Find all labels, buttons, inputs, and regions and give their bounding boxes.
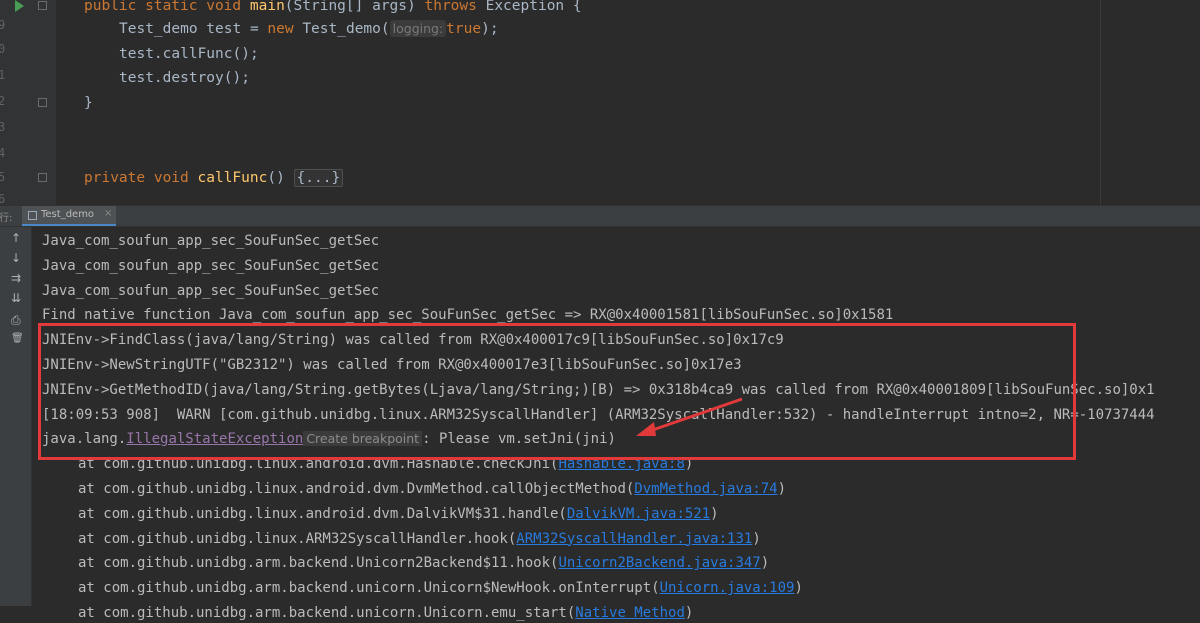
stack-frame-suffix: ) [794,580,803,597]
code-token: true [446,21,482,37]
stack-frame-suffix: ) [752,530,761,547]
line-number: 1 [0,68,6,82]
tab-label: Test_demo [41,209,95,220]
parameter-hint: logging: [389,20,447,37]
arrow-up-icon[interactable]: ↑ [11,231,21,245]
code-line[interactable]: private void callFunc() {...} [84,166,344,190]
code-token: } [84,95,93,111]
code-line[interactable]: public static void main(String[] args) t… [84,0,582,18]
line-number: 3 [0,120,6,134]
stack-frame-suffix: ) [760,555,770,572]
code-token: test.callFunc(); [119,46,259,62]
stack-frame: at com.github.unidbg.arm.backend.Unicorn… [78,553,769,573]
code-token: ); [481,21,499,37]
code-line[interactable]: test.callFunc(); [119,42,259,66]
code-token: throws [424,0,486,14]
arrow-down-icon[interactable]: ↓ [11,251,21,265]
stack-frame: at com.github.unidbg.linux.android.dvm.D… [78,479,786,499]
line-number: 0 [0,42,6,56]
tab-test-demo[interactable]: Test_demo × [22,206,116,226]
stack-frame: at com.github.unidbg.linux.android.dvm.D… [78,504,719,524]
source-link[interactable]: Unicorn2Backend.java:347 [558,555,760,571]
stack-frame-method: at com.github.unidbg.arm.backend.unicorn… [78,605,576,621]
stack-frame-method: at com.github.unidbg.linux.android.dvm.D… [78,505,567,522]
run-tool-window-header: 行: Test_demo × [0,205,1200,227]
editor-gutter: 9 0 1 2 3 4 5 6 [0,0,56,206]
run-side-label: 行: [0,213,13,224]
stack-frame: at com.github.unidbg.arm.backend.unicorn… [78,578,803,598]
console-line: Java_com_soufun_app_sec_SouFunSec_getSec [42,233,380,249]
source-link[interactable]: Native Method [575,605,685,621]
code-token: (String[] args) [284,0,425,14]
code-editor[interactable]: 9 0 1 2 3 4 5 6 public static void main(… [0,0,1200,206]
print-icon[interactable]: ⎙ [11,313,21,328]
stack-frame-method: at com.github.unidbg.arm.backend.unicorn… [78,580,660,597]
right-margin-guide [1100,0,1101,205]
close-tab-icon[interactable]: × [104,208,112,219]
trash-icon[interactable]: 🗑 [11,333,24,344]
code-token: Test_demo( [302,21,390,37]
console-line: Java_com_soufun_app_sec_SouFunSec_getSec [42,282,380,299]
fold-marker-icon[interactable] [38,173,47,182]
stack-frame-method: at com.github.unidbg.linux.android.dvm.D… [78,481,635,497]
console-toolbar: ↑ ↓ ⇉ ⇊ ⎙ 🗑 [0,227,32,606]
code-token: private void [84,170,198,186]
code-token: Exception { [485,0,582,14]
code-token: test.destroy(); [119,70,250,86]
code-token: Test_demo test = [119,21,268,37]
source-link[interactable]: DalvikVM.java:521 [567,506,710,522]
code-line[interactable]: Test_demo test = new Test_demo(logging: t… [119,17,499,41]
stack-frame-method: at com.github.unidbg.arm.backend.Unicorn… [78,555,559,572]
run-config-icon [28,211,37,220]
line-number: 6 [0,192,6,206]
code-token: public static void [84,0,250,14]
stack-frame: at com.github.unidbg.arm.backend.unicorn… [78,603,693,623]
line-number: 2 [0,94,6,108]
code-token: main [249,0,285,14]
source-link[interactable]: ARM32SyscallHandler.java:131 [516,531,752,547]
stack-frame-suffix: ) [777,481,787,497]
stack-frame-suffix: ) [710,505,719,522]
folded-code-block[interactable]: {...} [293,169,344,187]
run-gutter-icon[interactable] [15,0,24,12]
fold-marker-icon[interactable] [38,98,47,107]
fold-marker-icon[interactable] [38,1,47,10]
line-number: 9 [0,18,6,32]
console-line: Java_com_soufun_app_sec_SouFunSec_getSec [42,257,380,274]
code-line[interactable]: test.destroy(); [119,66,250,90]
code-token: () [267,170,294,186]
line-number: 5 [0,170,6,184]
code-token: callFunc [197,170,268,186]
code-token: new [267,21,303,37]
scroll-to-end-icon[interactable]: ⇊ [11,291,21,305]
stack-frame-suffix: ) [684,605,694,621]
stack-frame-method: at com.github.unidbg.linux.ARM32SyscallH… [78,530,517,547]
soft-wrap-icon[interactable]: ⇉ [11,271,21,285]
annotation-highlight-box [38,323,1076,460]
source-link[interactable]: DvmMethod.java:74 [634,481,777,497]
stack-frame: at com.github.unidbg.linux.ARM32SyscallH… [78,529,761,549]
line-number: 4 [0,146,6,160]
code-line[interactable]: } [84,91,93,115]
source-link[interactable]: Unicorn.java:109 [660,580,795,596]
